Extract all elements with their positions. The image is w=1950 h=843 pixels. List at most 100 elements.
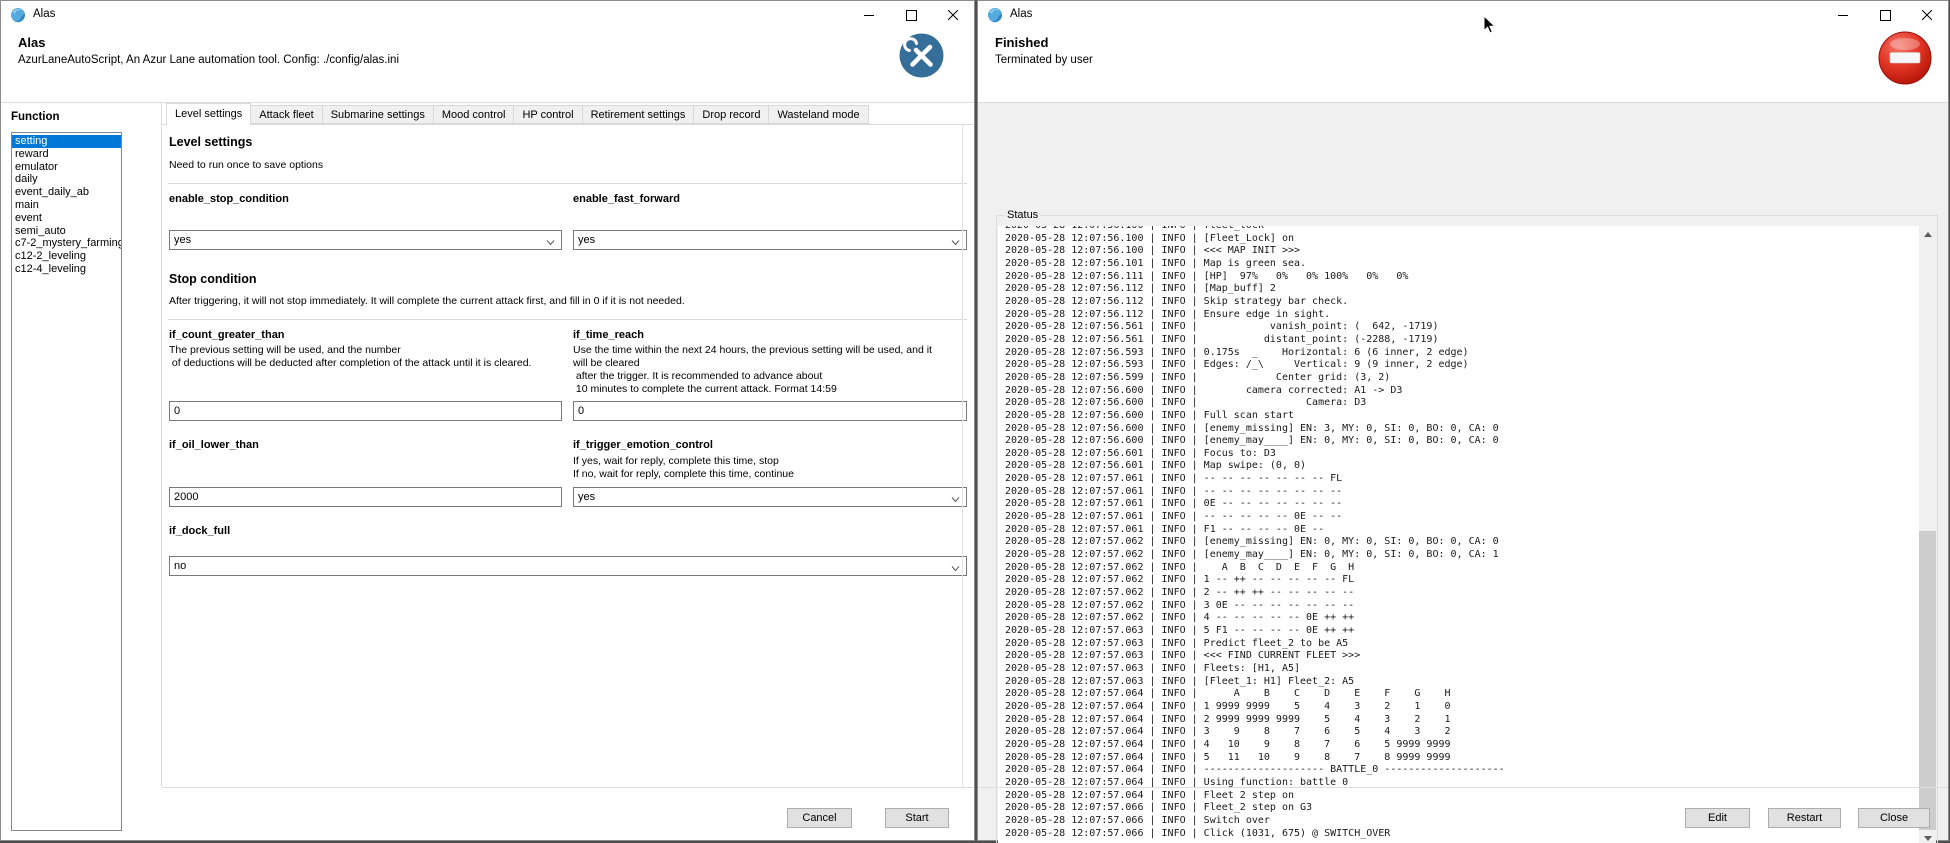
restart-button[interactable]: Restart [1768,808,1841,828]
log-line: 2020-05-28 12:07:56.601 | INFO | Focus t… [1005,448,1936,461]
field-label-if-dock-full: if_dock_full [169,525,230,537]
content-right-border [962,124,963,787]
level-settings-panel: Level settings Need to run once to save … [162,125,968,787]
sidebar-item-c12-4_leveling[interactable]: c12-4_leveling [12,263,121,276]
log-line: 2020-05-28 12:07:57.061 | INFO | -- -- -… [1005,473,1936,486]
tab-submarine-settings[interactable]: Submarine settings [322,105,434,124]
sidebar-item-daily[interactable]: daily [12,173,121,186]
app-title: Alas [18,35,45,50]
log-line: 2020-05-28 12:07:56.112 | INFO | Ensure … [1005,309,1936,322]
stop-icon [1878,31,1932,85]
arrow-up-icon [1924,232,1932,237]
log-line: 2020-05-28 12:07:56.601 | INFO | Map swi… [1005,460,1936,473]
maximize-icon [1880,10,1891,21]
tab-wasteland-mode[interactable]: Wasteland mode [768,105,868,124]
edit-button[interactable]: Edit [1685,808,1750,828]
start-button[interactable]: Start [885,808,949,828]
sidebar-item-main[interactable]: main [12,199,121,212]
sidebar-item-c12-2_leveling[interactable]: c12-2_leveling [12,250,121,263]
minimize-button[interactable] [1822,1,1864,29]
tab-attack-fleet[interactable]: Attack fleet [250,105,322,124]
chevron-down-icon [951,494,960,506]
select-value: yes [174,234,191,246]
sidebar-item-emulator[interactable]: emulator [12,161,121,174]
screen: Alas Alas AzurLaneAutoScript, An Azur La… [0,0,1950,843]
select-value: yes [578,234,595,246]
cancel-button[interactable]: Cancel [787,808,852,828]
sidebar-item-semi_auto[interactable]: semi_auto [12,225,121,238]
log-line: 2020-05-28 12:07:57.063 | INFO | 5 F1 --… [1005,625,1936,638]
maximize-button[interactable] [1864,1,1906,29]
close-button[interactable] [1906,1,1948,29]
close-icon [948,10,958,20]
maximize-button[interactable] [890,1,932,29]
status-panel: Status 2020-05-28 12:07:56.100 | INFO | … [978,103,1948,840]
enable-stop-condition-select[interactable]: yes [169,230,562,250]
tools-icon [899,33,944,78]
sidebar-item-setting[interactable]: setting [12,135,121,148]
log-line: 2020-05-28 12:07:57.064 | INFO | 1 9999 … [1005,701,1936,714]
arrow-down-icon [1924,836,1932,841]
section-desc: After triggering, it will not stop immed… [169,295,685,307]
tab-level-settings[interactable]: Level settings [166,103,251,125]
log-line: 2020-05-28 12:07:57.064 | INFO | 4 10 9 … [1005,739,1936,752]
log-line: 2020-05-28 12:07:57.062 | INFO | 3 0E --… [1005,600,1936,613]
tab-retirement-settings[interactable]: Retirement settings [582,105,695,124]
scroll-thumb[interactable] [1919,531,1936,830]
divider [168,183,967,184]
sidebar-item-event[interactable]: event [12,212,121,225]
if-dock-full-select[interactable]: no [169,556,967,576]
log-line: 2020-05-28 12:07:57.062 | INFO | [enemy_… [1005,536,1936,549]
chevron-down-icon [951,563,960,575]
field-desc: Use the time within the next 24 hours, t… [573,344,967,396]
sidebar-item-c7-2_mystery_farming[interactable]: c7-2_mystery_farming [12,237,121,250]
log-view[interactable]: 2020-05-28 12:07:56.100 | INFO | fleet_l… [998,226,1936,843]
tab-strip: Level settingsAttack fleetSubmarine sett… [162,102,973,125]
enable-fast-forward-select[interactable]: yes [573,230,967,250]
log-line: 2020-05-28 12:07:57.061 | INFO | 0E -- -… [1005,498,1936,511]
log-line: 2020-05-28 12:07:57.064 | INFO | 3 9 8 7… [1005,726,1936,739]
field-desc: The previous setting will be used, and t… [169,344,563,370]
sidebar-item-event_daily_ab[interactable]: event_daily_ab [12,186,121,199]
scrollbar[interactable] [1919,226,1936,843]
log-line: 2020-05-28 12:07:56.600 | INFO | [enemy_… [1005,423,1936,436]
scroll-up-button[interactable] [1919,226,1936,243]
log-line: 2020-05-28 12:07:56.111 | INFO | [HP] 97… [1005,271,1936,284]
log-line: 2020-05-28 12:07:56.561 | INFO | vanish_… [1005,321,1936,334]
chevron-down-icon [546,237,555,249]
log-line: 2020-05-28 12:07:57.064 | INFO | 5 11 10… [1005,752,1936,765]
log-line: 2020-05-28 12:07:57.066 | INFO | Click (… [1005,828,1936,841]
sidebar-item-reward[interactable]: reward [12,148,121,161]
titlebar-right[interactable]: Alas [978,1,1948,29]
status-groupbox: 2020-05-28 12:07:56.100 | INFO | fleet_l… [996,215,1938,843]
config-window: Alas Alas AzurLaneAutoScript, An Azur La… [0,0,975,841]
tab-drop-record[interactable]: Drop record [693,105,769,124]
log-text: 2020-05-28 12:07:56.100 | INFO | fleet_l… [1005,226,1936,840]
log-line: 2020-05-28 12:07:56.100 | INFO | [Fleet_… [1005,233,1936,246]
log-line: 2020-05-28 12:07:57.064 | INFO | Fleet 2… [1005,790,1936,803]
if-time-reach-input[interactable] [573,401,967,421]
divider [168,319,967,320]
close-action-button[interactable]: Close [1858,808,1930,828]
tab-mood-control[interactable]: Mood control [433,105,515,124]
log-line: 2020-05-28 12:07:56.100 | INFO | <<< MAP… [1005,245,1936,258]
scroll-down-button[interactable] [1919,830,1936,843]
window-title-right: Alas [1010,8,1032,20]
titlebar-left[interactable]: Alas [1,1,974,29]
function-list[interactable]: settingrewardemulatordailyevent_daily_ab… [11,132,122,831]
if-oil-lower-than-input[interactable] [169,487,562,507]
log-line: 2020-05-28 12:07:56.100 | INFO | fleet_l… [1005,226,1936,233]
select-value: no [174,560,186,572]
select-value: yes [578,491,595,503]
if-trigger-emotion-control-select[interactable]: yes [573,487,967,507]
log-line: 2020-05-28 12:07:57.064 | INFO | 2 9999 … [1005,714,1936,727]
log-line: 2020-05-28 12:07:57.063 | INFO | [Fleet_… [1005,676,1936,689]
log-line: 2020-05-28 12:07:57.064 | INFO | A B C D… [1005,688,1936,701]
footer-divider [162,787,974,788]
if-count-greater-than-input[interactable] [169,401,562,421]
close-button[interactable] [932,1,974,29]
minimize-button[interactable] [848,1,890,29]
minimize-icon [864,15,874,16]
tab-hp-control[interactable]: HP control [513,105,582,124]
app-logo-icon [987,7,1003,23]
